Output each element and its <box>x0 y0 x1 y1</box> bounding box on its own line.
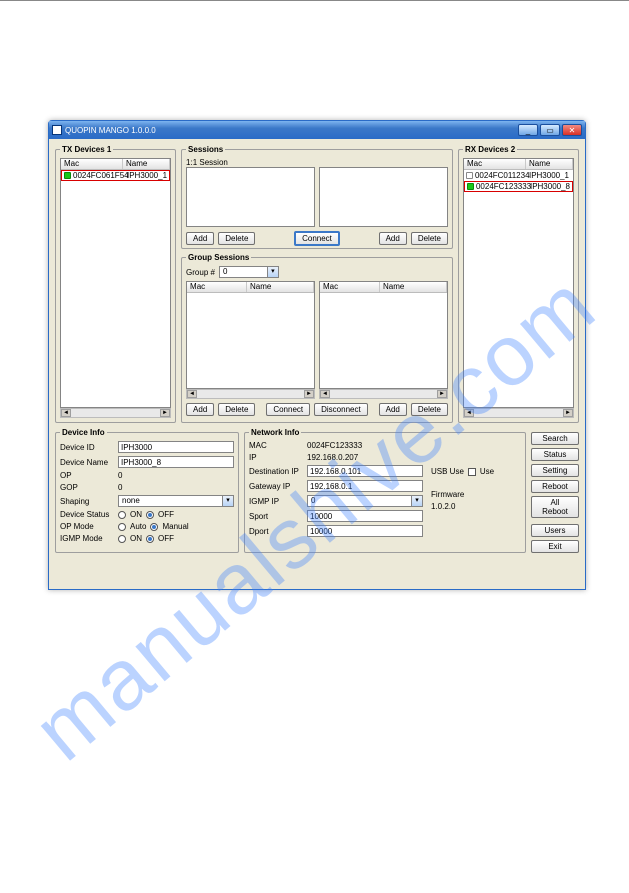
device-id-label: Device ID <box>60 443 114 452</box>
group-disconnect-button[interactable]: Disconnect <box>314 403 368 416</box>
minimize-button[interactable]: _ <box>518 124 538 136</box>
device-name-input[interactable] <box>118 456 234 468</box>
sessions-add-right-button[interactable]: Add <box>379 232 407 245</box>
group-add-right-button[interactable]: Add <box>379 403 407 416</box>
gop-label: GOP <box>60 483 114 492</box>
reboot-button[interactable]: Reboot <box>531 480 579 493</box>
igmpip-combo[interactable]: 0▾ <box>307 495 423 507</box>
status-button[interactable]: Status <box>531 448 579 461</box>
op-auto-radio[interactable] <box>118 523 126 531</box>
rx-scroll[interactable]: ◄► <box>463 408 574 418</box>
group-delete-right-button[interactable]: Delete <box>411 403 448 416</box>
sport-label: Sport <box>249 512 303 521</box>
tx-row-0[interactable]: 0024FC061F54 IPH3000_1 <box>61 170 170 181</box>
rx-col-mac: Mac <box>464 159 526 169</box>
sessions-delete-right-button[interactable]: Delete <box>411 232 448 245</box>
rx-col-name: Name <box>526 159 573 169</box>
status-dot-icon <box>467 183 474 190</box>
igmpip-label: IGMP IP <box>249 497 303 506</box>
chevron-down-icon: ▾ <box>222 496 233 506</box>
group-delete-left-button[interactable]: Delete <box>218 403 255 416</box>
gateway-label: Gateway IP <box>249 482 303 491</box>
ip-value: 192.168.0.207 <box>307 453 358 462</box>
tx-device-list[interactable]: Mac Name 0024FC061F54 IPH3000_1 <box>60 158 171 408</box>
device-info-legend: Device Info <box>60 428 107 437</box>
mac-value: 0024FC123333 <box>307 441 362 450</box>
exit-button[interactable]: Exit <box>531 540 579 553</box>
igmp-mode-label: IGMP Mode <box>60 534 114 543</box>
maximize-button[interactable]: ▭ <box>540 124 560 136</box>
group-legend: Group Sessions <box>186 253 251 262</box>
device-name-label: Device Name <box>60 458 114 467</box>
shaping-combo[interactable]: none▾ <box>118 495 234 507</box>
rx-device-list[interactable]: Mac Name 0024FC011234 IPH3000_1 0024FC12… <box>463 158 574 408</box>
op-manual-radio[interactable] <box>150 523 158 531</box>
igmp-off-radio[interactable] <box>146 535 154 543</box>
sport-input[interactable] <box>307 510 423 522</box>
group-num-label: Group # <box>186 268 215 277</box>
sessions-list-left[interactable] <box>186 167 315 227</box>
rx-row-1[interactable]: 0024FC123333 IPH3000_8 <box>464 181 573 192</box>
tx-legend: TX Devices 1 <box>60 145 113 154</box>
all-reboot-button[interactable]: All Reboot <box>531 496 579 518</box>
sessions-legend: Sessions <box>186 145 225 154</box>
group-add-left-button[interactable]: Add <box>186 403 214 416</box>
titlebar: QUOPIN MANGO 1.0.0.0 _ ▭ ✕ <box>49 121 585 139</box>
sessions-group: Sessions 1:1 Session Add Delete Connect <box>181 145 453 249</box>
firmware-label: Firmware <box>431 490 521 499</box>
group-scroll-left[interactable]: ◄► <box>186 389 315 399</box>
group-num-combo[interactable]: 0▾ <box>219 266 279 278</box>
op-label: OP <box>60 471 114 480</box>
group-scroll-right[interactable]: ◄► <box>319 389 448 399</box>
device-info-group: Device Info Device ID Device Name OP0 GO… <box>55 428 239 553</box>
group-sessions-group: Group Sessions Group # 0▾ Mac Name <box>181 253 453 423</box>
firmware-value: 1.0.2.0 <box>431 502 521 511</box>
sessions-add-left-button[interactable]: Add <box>186 232 214 245</box>
gateway-input[interactable] <box>307 480 423 492</box>
app-window: QUOPIN MANGO 1.0.0.0 _ ▭ ✕ TX Devices 1 … <box>48 120 586 590</box>
status-off-radio[interactable] <box>146 511 154 519</box>
dport-input[interactable] <box>307 525 423 537</box>
rx-legend: RX Devices 2 <box>463 145 517 154</box>
ip-label: IP <box>249 453 303 462</box>
dport-label: Dport <box>249 527 303 536</box>
network-info-legend: Network Info <box>249 428 301 437</box>
usb-use-checkbox[interactable] <box>468 468 476 476</box>
close-button[interactable]: ✕ <box>562 124 582 136</box>
device-id-input[interactable] <box>118 441 234 453</box>
status-dot-icon <box>64 172 71 179</box>
window-title: QUOPIN MANGO 1.0.0.0 <box>65 126 516 135</box>
mac-label: MAC <box>249 441 303 450</box>
op-mode-label: OP Mode <box>60 522 114 531</box>
rx-row-0[interactable]: 0024FC011234 IPH3000_1 <box>464 170 573 181</box>
usb-use-label: USB Use <box>431 467 464 476</box>
rx-devices-group: RX Devices 2 Mac Name 0024FC011234 IPH30… <box>458 145 579 423</box>
app-icon <box>52 125 62 135</box>
shaping-label: Shaping <box>60 497 114 506</box>
chevron-down-icon: ▾ <box>411 496 422 506</box>
destip-label: Destination IP <box>249 467 303 476</box>
search-button[interactable]: Search <box>531 432 579 445</box>
network-info-group: Network Info MAC 0024FC123333 IP 192.168.0… <box>244 428 526 553</box>
users-button[interactable]: Users <box>531 524 579 537</box>
tx-col-mac: Mac <box>61 159 123 169</box>
sessions-list-right[interactable] <box>319 167 448 227</box>
chevron-down-icon: ▾ <box>267 267 278 277</box>
destip-input[interactable] <box>307 465 423 477</box>
sessions-sub: 1:1 Session <box>186 158 448 167</box>
device-status-label: Device Status <box>60 510 114 519</box>
tx-col-name: Name <box>123 159 170 169</box>
tx-devices-group: TX Devices 1 Mac Name 0024FC061F54 IPH30… <box>55 145 176 423</box>
group-list-right[interactable]: Mac Name <box>319 281 448 389</box>
tx-scroll[interactable]: ◄► <box>60 408 171 418</box>
sessions-delete-left-button[interactable]: Delete <box>218 232 255 245</box>
setting-button[interactable]: Setting <box>531 464 579 477</box>
status-on-radio[interactable] <box>118 511 126 519</box>
group-list-left[interactable]: Mac Name <box>186 281 315 389</box>
sessions-connect-button[interactable]: Connect <box>294 231 340 246</box>
group-connect-button[interactable]: Connect <box>266 403 310 416</box>
igmp-on-radio[interactable] <box>118 535 126 543</box>
status-dot-icon <box>466 172 473 179</box>
